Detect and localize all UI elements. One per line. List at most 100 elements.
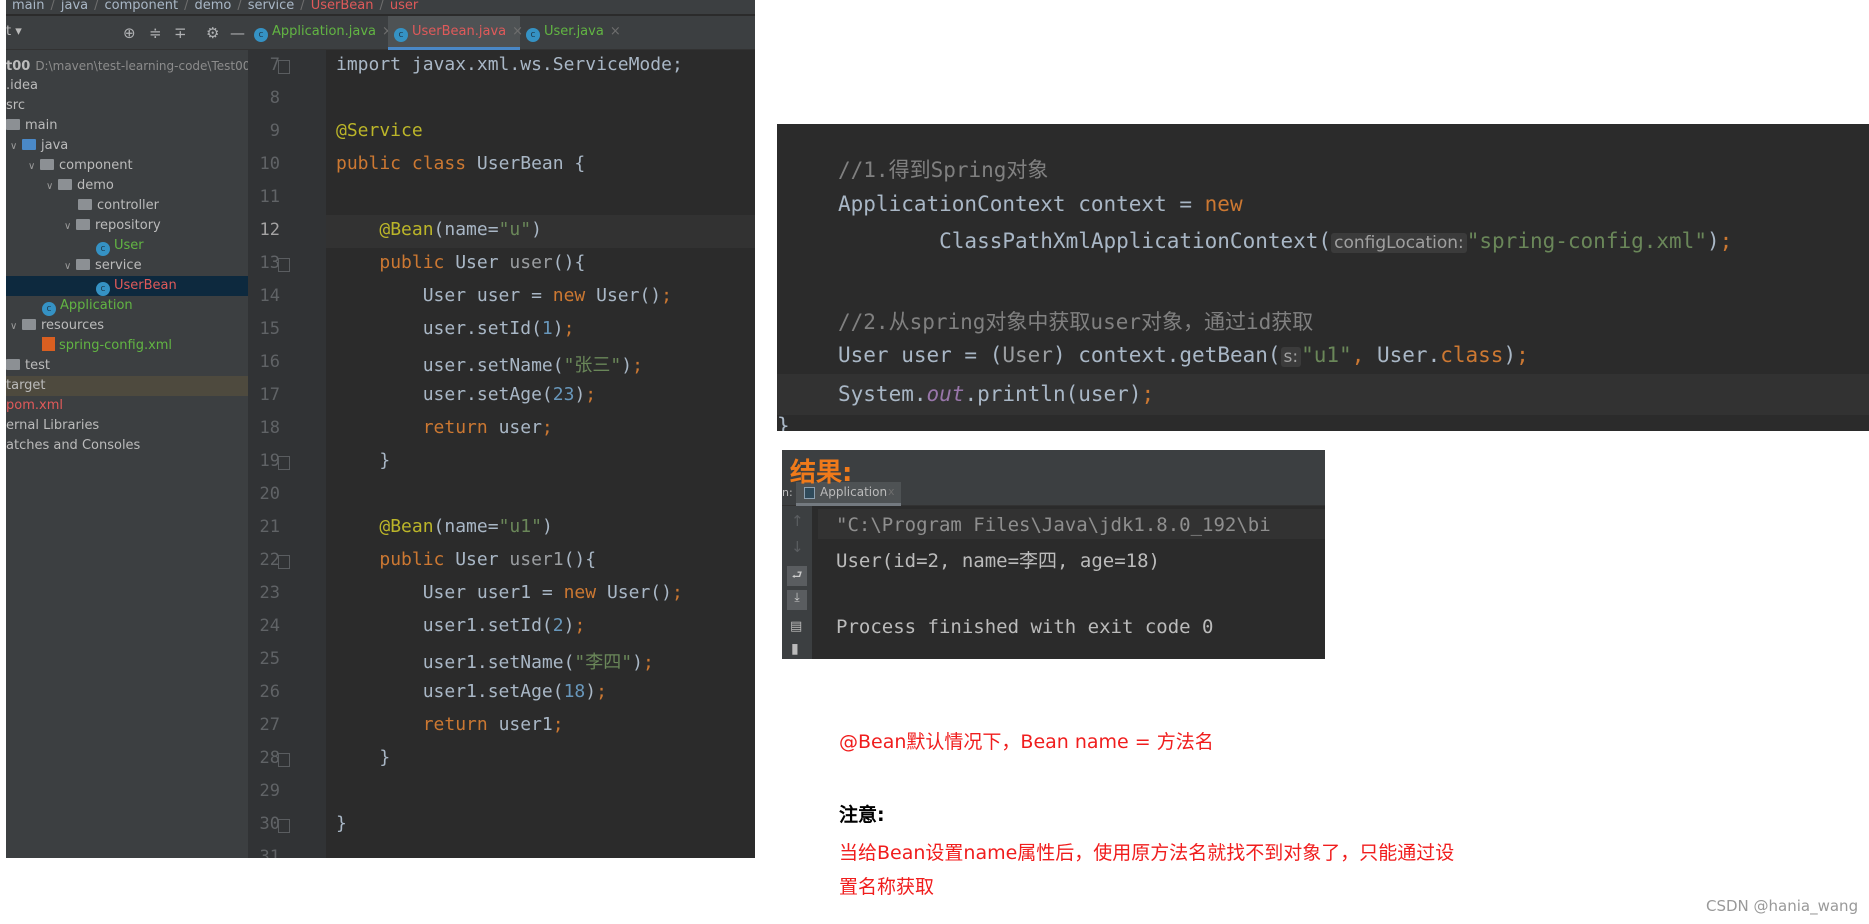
code-line: public User user1(){ [336,549,596,570]
code-line: public User user(){ [336,252,585,273]
line-number: 21 [259,517,280,537]
fold-marker-icon[interactable] [278,555,290,569]
gear-icon[interactable]: ⚙ [206,24,219,42]
trash-icon[interactable]: ▮ [791,641,799,657]
code-token: ; [671,582,683,603]
chevron-down-icon[interactable]: ∨ [46,177,58,196]
breadcrumb-item[interactable]: user [390,0,418,13]
tree-item[interactable]: c Application [6,296,248,316]
code-token: user.setName( [336,355,564,376]
line-number: 11 [259,187,280,207]
code-line: } [336,747,390,768]
tree-item[interactable]: t00 D:\maven\test-learning-code\Test00 [6,56,248,76]
breadcrumb-item[interactable]: main [12,0,44,13]
code-token: ApplicationContext context = [838,192,1205,216]
tree-item[interactable]: controller [6,196,248,216]
minimize-icon[interactable]: — [230,24,245,42]
code-token: } [336,813,347,834]
fold-marker-icon[interactable] [278,258,290,272]
chevron-down-icon[interactable]: ∨ [28,157,40,176]
code-token: user1.setName( [336,652,575,673]
close-icon[interactable]: × [610,24,621,39]
tree-item[interactable]: ernal Libraries [6,416,248,436]
tree-item[interactable]: main [6,116,248,136]
project-sidebar: t ▾ ⊕ ≑ ∓ ⚙ — t00 D:\maven\test-learning-… [6,16,248,858]
code-line: User user1 = new User(); [336,582,683,603]
code-token: ) context.getBean( [1052,343,1281,367]
code-token: ) [1706,229,1720,253]
tree-item[interactable]: ∨ resources [6,316,248,336]
tree-item[interactable]: ∨ service [6,256,248,276]
code-token: "李四" [574,652,633,673]
tree-item[interactable]: c User [6,236,248,256]
code-token: ; [574,615,586,636]
fold-marker-icon[interactable] [278,753,290,767]
down-arrow-icon[interactable]: ↓ [791,538,804,556]
tab-userbean-java[interactable]: c UserBean.java × [388,16,523,50]
chevron-down-icon[interactable]: ∨ [64,217,76,236]
tree-item-label: repository [95,218,161,233]
fold-marker-icon[interactable] [278,819,290,833]
folder-icon [6,119,20,130]
project-path: D:\maven\test-learning-code\Test00 [35,59,248,73]
folder-icon [22,319,36,330]
parameter-hint: s: [1280,347,1302,367]
collapse-all-icon[interactable]: ∓ [174,24,187,42]
line-number: 26 [259,682,280,702]
code-token: User [1002,343,1053,367]
scroll-to-end-icon[interactable]: ⤓ [787,590,807,610]
tab-application-java[interactable]: cApplication.java× [248,16,393,50]
tab-user-java[interactable]: c User.java × [520,16,630,50]
code-token: 23 [552,384,575,405]
project-toolbar: t ▾ ⊕ ≑ ∓ ⚙ — [6,16,248,50]
tab-label: User.java [544,24,604,39]
chevron-down-icon[interactable]: ∨ [10,137,22,156]
editor-tabs: cApplication.java×cUserBean.java×cUser.j… [248,16,755,50]
snippet-line: //1.得到Spring对象 [838,154,1048,184]
tree-item[interactable]: target [6,376,248,396]
tree-item[interactable]: ∨ component [6,156,248,176]
tree-item[interactable]: pom.xml [6,396,248,416]
folder-icon [78,199,92,210]
tree-item[interactable]: atches and Consoles [6,436,248,456]
tree-item[interactable]: src [6,96,248,116]
locate-icon[interactable]: ⊕ [123,24,136,42]
tree-item[interactable]: .idea [6,76,248,96]
close-icon[interactable]: x [888,485,895,498]
code-token: user [498,417,542,438]
tree-item[interactable]: test [6,356,248,376]
soft-wrap-icon[interactable]: ⮐ [787,566,807,586]
code-token: user1.setAge( [336,681,564,702]
project-view-dropdown[interactable]: t ▾ [6,24,22,39]
tree-item[interactable]: ∨ java [6,136,248,156]
tree-item[interactable]: ∨ repository [6,216,248,236]
line-number: 19 [259,451,280,471]
code-token: ; [552,714,564,735]
code-editor[interactable]: 7 import javax.xml.ws.ServiceMode; 8 9 @Serv… [248,50,755,858]
ide-window: main / java / component / demo / service / UserBea… [6,0,755,858]
breadcrumb-item[interactable]: demo [194,0,231,13]
breadcrumb-separator: / [184,0,189,13]
fold-marker-icon[interactable] [278,60,290,74]
line-number: 10 [259,154,280,174]
tree-item-label: target [6,378,46,393]
up-arrow-icon[interactable]: ↑ [791,512,804,530]
chevron-down-icon[interactable]: ∨ [64,257,76,276]
breadcrumb-item[interactable]: java [61,0,88,13]
console-header [782,450,1325,482]
tree-item[interactable]: c UserBean [6,276,248,296]
code-token: public [379,252,456,273]
code-token: @Bean [379,516,434,537]
breadcrumb-item[interactable]: service [248,0,295,13]
fold-marker-icon[interactable] [278,456,290,470]
breadcrumb-item[interactable]: component [105,0,179,13]
print-icon[interactable]: ▤ [790,619,802,634]
chevron-down-icon[interactable]: ∨ [10,317,22,336]
expand-all-icon[interactable]: ≑ [149,24,162,42]
tree-item[interactable]: spring-config.xml [6,336,248,356]
snippet-line: User user = (User) context.getBean(s: "u1… [838,343,1529,367]
breadcrumb-item[interactable]: UserBean [311,0,374,13]
code-snippet: //1.得到Spring对象 ApplicationContext context… [777,124,1869,431]
tree-item[interactable]: ∨ demo [6,176,248,196]
